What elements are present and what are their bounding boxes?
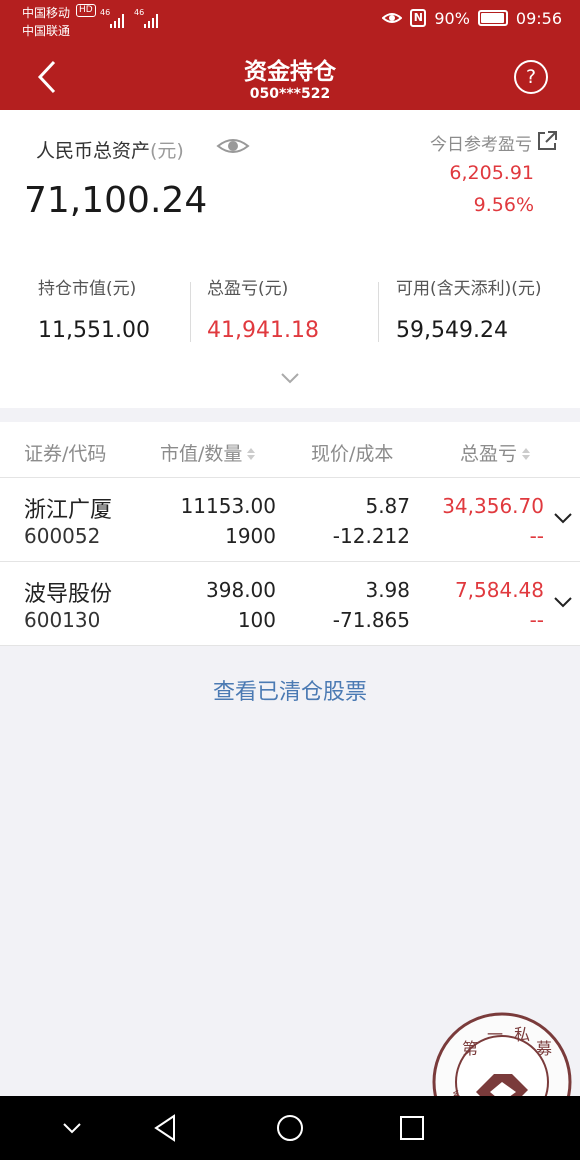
market-value-label: 持仓市值(元): [38, 279, 137, 299]
total-pnl-label: 总盈亏(元): [207, 279, 289, 299]
header: 资金持仓 050***522 ?: [0, 44, 580, 110]
battery-icon: [477, 10, 508, 26]
column-market-value[interactable]: 市值/数量: [160, 439, 256, 466]
column-market-value-label: 市值/数量: [160, 443, 243, 465]
signal-icon: [144, 10, 158, 28]
price-cell: 3.98: [365, 578, 410, 602]
hide-keyboard-chevron-icon[interactable]: [56, 1112, 88, 1144]
carrier-name-1: 中国移动: [22, 6, 71, 20]
sort-icon: [522, 448, 531, 460]
system-nav-bar: [0, 1096, 580, 1160]
watermark-char-4: 募: [536, 1039, 552, 1058]
external-link-icon[interactable]: [536, 130, 558, 152]
pnl-percent-cell: --: [529, 608, 544, 632]
network-type-1: 46: [100, 8, 111, 17]
asset-summary: 人民币总资产(元) 71,100.24 今日参考盈亏 6,205.91 9.56…: [0, 110, 580, 408]
total-assets-unit: (元): [150, 140, 184, 162]
today-pnl-amount: 6,205.91: [449, 162, 534, 184]
today-pnl-label[interactable]: 今日参考盈亏: [430, 130, 532, 155]
page-title: 资金持仓: [244, 59, 336, 85]
view-cleared-stocks-link[interactable]: 查看已清仓股票: [0, 674, 580, 706]
watermark-char-3: 私: [514, 1025, 530, 1044]
pnl-cell: 34,356.70: [442, 494, 544, 518]
column-price-cost: 现价/成本: [311, 443, 394, 465]
cost-cell: -71.865: [332, 608, 410, 632]
recents-icon[interactable]: [396, 1112, 428, 1144]
eye-comfort-icon: [382, 13, 403, 23]
market-value-cell: 11153.00: [180, 494, 276, 518]
hd-badge: HD: [76, 4, 96, 17]
cleared-row: 查看已清仓股票: [0, 648, 580, 732]
home-icon[interactable]: [274, 1112, 306, 1144]
total-assets-value: 71,100.24: [24, 180, 208, 221]
help-icon[interactable]: ?: [514, 60, 548, 94]
signal-icon: [110, 10, 124, 28]
table-row[interactable]: 浙江广厦 600052 11153.00 1900 5.87 -12.212 3…: [0, 478, 580, 562]
account-number: 050***522: [249, 86, 331, 102]
quantity-cell: 1900: [225, 524, 276, 548]
positions-table: 证券/代码 市值/数量 现价/成本 总盈亏 浙江广厦 600052 11153.…: [0, 422, 580, 646]
nav-back-icon[interactable]: [150, 1112, 182, 1144]
chevron-down-icon[interactable]: [281, 372, 299, 384]
total-pnl-value: 41,941.18: [207, 318, 319, 343]
quantity-cell: 100: [237, 608, 276, 632]
stock-code: 600130: [24, 608, 101, 632]
available-value: 59,549.24: [396, 318, 508, 343]
nfc-icon: N: [410, 9, 427, 27]
watermark-char-2: 一: [487, 1025, 503, 1044]
column-pnl-label: 总盈亏: [460, 443, 518, 465]
total-assets-label-text: 人民币总资产: [36, 140, 151, 162]
column-security: 证券/代码: [24, 443, 107, 465]
clock: 09:56: [515, 8, 562, 28]
column-pnl[interactable]: 总盈亏: [460, 439, 531, 466]
chevron-down-icon[interactable]: [554, 512, 572, 524]
market-value: 11,551.00: [38, 318, 150, 343]
carrier-name-2: 中国联通: [22, 24, 71, 38]
cleared-section: 查看已清仓股票: [0, 648, 580, 732]
divider: [190, 282, 191, 342]
sort-icon: [247, 448, 256, 460]
today-pnl-percent: 9.56%: [473, 194, 534, 216]
total-assets-label: 人民币总资产(元): [36, 136, 184, 163]
eye-icon[interactable]: [216, 134, 250, 158]
status-bar: 中国移动 中国联通 HD 46 46 N 90% 09:56: [0, 0, 580, 44]
stock-name: 浙江广厦: [24, 498, 113, 523]
available-label: 可用(含天添利)(元): [396, 279, 542, 299]
pnl-percent-cell: --: [529, 524, 544, 548]
battery-level: 90%: [434, 8, 470, 28]
pnl-cell: 7,584.48: [454, 578, 544, 602]
table-row[interactable]: 波导股份 600130 398.00 100 3.98 -71.865 7,58…: [0, 562, 580, 646]
table-header: 证券/代码 市值/数量 现价/成本 总盈亏: [0, 422, 580, 478]
watermark-char-1: 第: [462, 1039, 478, 1058]
cost-cell: -12.212: [332, 524, 410, 548]
network-type-2: 46: [134, 8, 145, 17]
divider: [378, 282, 379, 342]
status-right: N 90% 09:56: [382, 8, 562, 28]
stock-code: 600052: [24, 524, 101, 548]
stock-name: 波导股份: [24, 582, 113, 607]
price-cell: 5.87: [365, 494, 410, 518]
chevron-down-icon[interactable]: [554, 596, 572, 608]
market-value-cell: 398.00: [206, 578, 276, 602]
